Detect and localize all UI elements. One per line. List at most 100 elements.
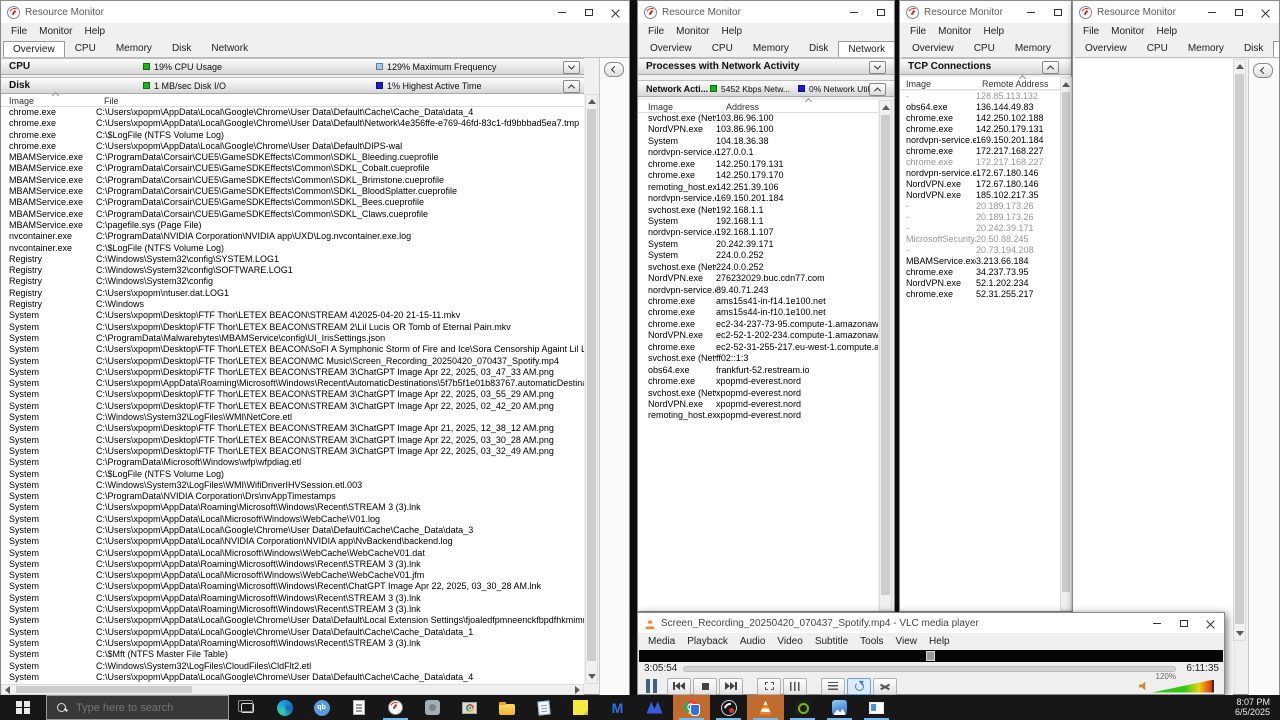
table-row[interactable]: MBAMService.exe C:\pagefile.sys (Page Fil… xyxy=(1,220,584,231)
minimize-button[interactable] xyxy=(840,1,867,23)
table-row[interactable]: chrome.exe xpopmd-everest.nord xyxy=(638,376,878,387)
speaker-icon[interactable] xyxy=(1139,681,1146,691)
menu-item[interactable]: File xyxy=(904,25,932,38)
table-row[interactable]: chrome.exe ams15s44-in-f10.1e100.net xyxy=(638,307,878,318)
table-row[interactable]: System C:\Users\xpopm\Desktop\FTF Thor\LE… xyxy=(1,401,584,412)
menu-item[interactable]: Help xyxy=(715,25,748,38)
taskbar-item-photos[interactable] xyxy=(821,695,858,720)
tab[interactable]: CPU xyxy=(65,40,106,57)
table-row[interactable]: chrome.exe 172.217.168.227 xyxy=(900,157,1060,168)
table-row[interactable]: - 20.189.173.26 xyxy=(900,201,1060,212)
menu-item[interactable]: Help xyxy=(977,25,1010,38)
disk-table-header[interactable]: Image File xyxy=(1,91,584,107)
table-row[interactable]: System C:\Users\xpopm\AppData\Local\Googl… xyxy=(1,672,584,683)
table-row[interactable]: MicrosoftSecurityAp...20.50.88.245 xyxy=(900,234,1060,245)
table-row[interactable]: System C:\Users\xpopm\AppData\Local\Micro… xyxy=(1,548,584,559)
tab[interactable]: Disk xyxy=(1234,40,1273,57)
table-row[interactable]: System C:\$Mft (NTFS Master File Table) xyxy=(1,649,584,660)
table-row[interactable]: System C:\Users\xpopm\Desktop\FTF Thor\LE… xyxy=(1,310,584,321)
extended-settings-button[interactable] xyxy=(783,677,807,695)
tab[interactable]: Network xyxy=(201,40,258,57)
tab[interactable]: CPU xyxy=(702,40,743,57)
vertical-scrollbar[interactable] xyxy=(585,94,598,684)
table-row[interactable]: remoting_host.exe xpopmd-everest.nord xyxy=(638,410,878,421)
taskbar-item-chrome-window[interactable] xyxy=(451,695,488,720)
menu-item[interactable]: Monitor xyxy=(670,25,715,38)
table-row[interactable]: System C:\Users\xpopm\AppData\Roaming\Mic… xyxy=(1,581,584,592)
table-row[interactable]: System C:\ProgramData\NVIDIA Corporation\… xyxy=(1,491,584,502)
table-row[interactable]: - 128.85.113.132 xyxy=(900,91,1060,102)
close-button[interactable] xyxy=(1197,613,1224,633)
network-collapse-button[interactable] xyxy=(869,83,886,96)
horizontal-scrollbar[interactable] xyxy=(1,684,584,695)
table-row[interactable]: System 20.242.39.171 xyxy=(638,239,878,250)
table-row[interactable]: MBAMService.exe 3.213.66.184 xyxy=(900,256,1060,267)
table-row[interactable]: System C:\Users\xpopm\AppData\Roaming\Mic… xyxy=(1,593,584,604)
loop-button[interactable] xyxy=(847,677,871,695)
table-row[interactable]: System C:\Windows\System32\LogFiles\Cloud… xyxy=(1,661,584,672)
tab[interactable]: Disk xyxy=(162,40,201,57)
network-table-header[interactable]: Image Address xyxy=(638,97,878,113)
tab[interactable]: Memory xyxy=(743,40,799,57)
table-row[interactable]: chrome.exe ams15s41-in-f14.1e100.net xyxy=(638,296,878,307)
volume-slider[interactable] xyxy=(1152,679,1214,693)
table-row[interactable]: System C:\Users\xpopm\Desktop\FTF Thor\LE… xyxy=(1,446,584,457)
table-row[interactable]: NordVPN.exe ec2-52-1-202-234.compute-1.am… xyxy=(638,330,878,341)
tab[interactable]: Memory xyxy=(1178,40,1234,57)
table-row[interactable]: chrome.exe 142.250.102.188 xyxy=(900,113,1060,124)
tcp-collapse-button[interactable] xyxy=(1042,61,1059,74)
stop-button[interactable] xyxy=(693,677,717,695)
table-row[interactable]: System C:\Users\xpopm\Desktop\FTF Thor\LE… xyxy=(1,356,584,367)
table-row[interactable]: svchost.exe (Network...ff02::1:3 xyxy=(638,353,878,364)
taskbar-item-sticky-notes[interactable] xyxy=(562,695,599,720)
table-row[interactable]: obs64.exe frankfurt-52.restream.io xyxy=(638,365,878,376)
column-image[interactable]: Image xyxy=(648,102,673,112)
taskbar-search[interactable] xyxy=(46,695,229,720)
table-row[interactable]: System C:\$LogFile (NTFS Volume Log) xyxy=(1,469,584,480)
column-file[interactable]: File xyxy=(104,96,119,106)
menu-item[interactable]: Playback xyxy=(681,635,734,648)
maximize-button[interactable] xyxy=(1044,1,1071,23)
table-row[interactable]: chrome.exe 142.250.179.131 xyxy=(638,159,878,170)
seek-bar[interactable] xyxy=(683,666,1176,672)
playlist-button[interactable] xyxy=(821,677,845,695)
taskbar-item-notepad[interactable] xyxy=(340,695,377,720)
table-row[interactable]: svchost.exe (Network...224.0.0.252 xyxy=(638,262,878,273)
taskbar-item-document[interactable] xyxy=(525,695,562,720)
table-row[interactable]: System C:\Windows\System32\LogFiles\WMI\N… xyxy=(1,412,584,423)
table-row[interactable]: chrome.exe 52.31.255.217 xyxy=(900,289,1060,300)
menu-item[interactable]: Video xyxy=(771,635,808,648)
table-row[interactable]: System C:\Windows\System32\LogFiles\WMI\W… xyxy=(1,480,584,491)
taskbar-item-obs[interactable] xyxy=(710,695,747,720)
table-row[interactable]: MBAMService.exe C:\ProgramData\Corsair\CU… xyxy=(1,163,584,174)
table-row[interactable]: System C:\Users\xpopm\AppData\Local\Micro… xyxy=(1,514,584,525)
tab[interactable]: CPU xyxy=(964,40,1005,57)
table-row[interactable]: nordvpn-service.exe169.150.201.184 xyxy=(900,135,1060,146)
table-row[interactable]: Registry C:\Windows\System32\config\SOFTW… xyxy=(1,265,584,276)
tab[interactable]: Network xyxy=(838,41,894,57)
table-row[interactable]: System C:\Users\xpopm\AppData\Local\Micro… xyxy=(1,570,584,581)
table-row[interactable]: System C:\Users\xpopm\AppData\Roaming\Mic… xyxy=(1,604,584,615)
menu-item[interactable]: Audio xyxy=(734,635,772,648)
table-row[interactable]: chrome.exe ec2-34-237-73-95.compute-1.ama… xyxy=(638,319,878,330)
tab[interactable]: Memory xyxy=(106,40,162,57)
menu-item[interactable]: File xyxy=(1077,25,1105,38)
menu-item[interactable]: Subtitle xyxy=(809,635,854,648)
table-row[interactable]: nordvpn-service.exe192.168.1.107 xyxy=(638,227,878,238)
table-row[interactable]: Registry C:\Windows xyxy=(1,299,584,310)
table-row[interactable]: System 224.0.0.252 xyxy=(638,250,878,261)
vertical-scrollbar[interactable] xyxy=(879,100,892,611)
table-row[interactable]: System C:\Users\xpopm\AppData\Local\NVIDI… xyxy=(1,536,584,547)
expand-views-button[interactable] xyxy=(1253,63,1273,78)
tab[interactable]: Overview xyxy=(902,40,964,57)
column-image[interactable]: Image xyxy=(9,96,34,106)
start-button[interactable] xyxy=(0,695,46,720)
menu-item[interactable]: Monitor xyxy=(1105,25,1150,38)
tcp-table-header[interactable]: Image Remote Address xyxy=(900,74,1060,90)
menu-item[interactable]: View xyxy=(890,635,924,648)
table-row[interactable]: - 20.73.194.208 xyxy=(900,245,1060,256)
menu-item[interactable]: Help xyxy=(78,25,111,38)
minimize-button[interactable] xyxy=(1143,613,1170,633)
maximize-button[interactable] xyxy=(867,1,894,23)
tab[interactable]: Overview xyxy=(3,41,65,57)
